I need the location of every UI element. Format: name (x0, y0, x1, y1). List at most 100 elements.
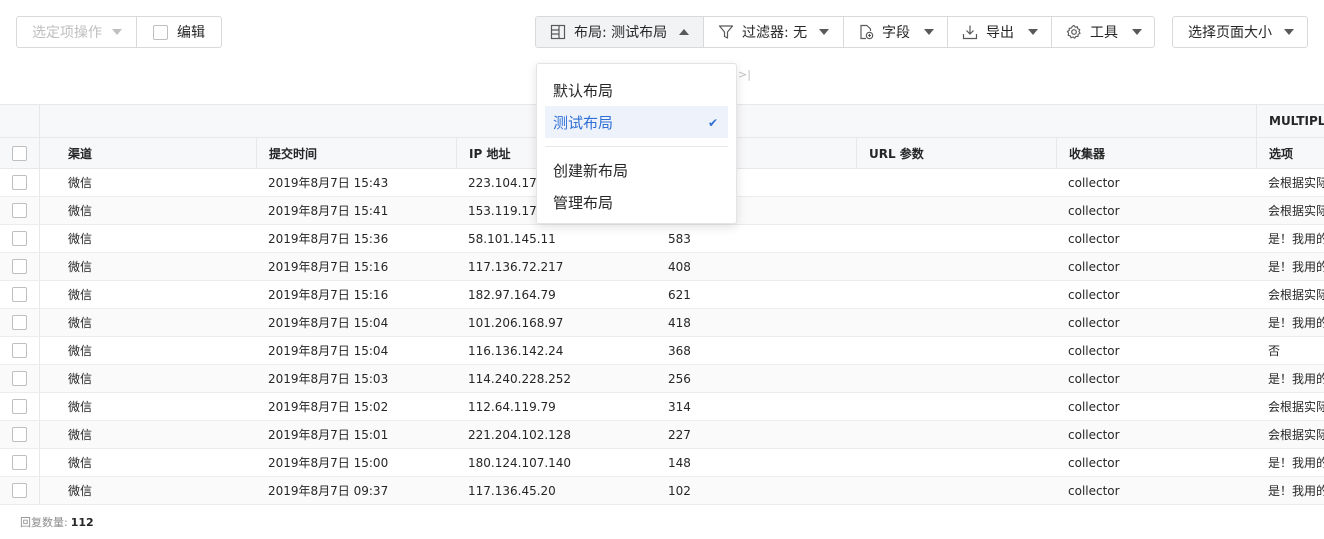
filter-label: 过滤器: 无 (742, 25, 808, 41)
layout-dropdown[interactable]: 布局: 测试布局 (536, 17, 704, 47)
row-checkbox[interactable] (12, 287, 27, 302)
table-cell: 2019年8月7日 15:02 (268, 400, 389, 414)
export-label: 导出 (986, 25, 1014, 41)
tools-dropdown[interactable]: 工具 (1052, 17, 1154, 47)
table-cell: 微信 (68, 456, 93, 470)
table-cell: 314 (668, 399, 691, 414)
table-cell (856, 253, 1056, 280)
fields-label: 字段 (882, 25, 910, 41)
table-row[interactable]: 微信 2019年8月7日 15:00 180.124.107.140 148 colle… (0, 449, 1324, 477)
row-checkbox[interactable] (12, 455, 27, 470)
export-dropdown[interactable]: 导出 (948, 17, 1052, 47)
table-cell (856, 477, 1056, 504)
manage-layouts-item[interactable]: 管理布局 (537, 186, 736, 218)
table-cell: 微信 (68, 400, 93, 414)
table-cell: 微信 (68, 260, 93, 274)
filter-icon (718, 24, 734, 40)
table-cell: 2019年8月7日 15:01 (268, 428, 389, 442)
table-row[interactable]: 微信 2019年8月7日 15:02 112.64.119.79 314 collect… (0, 393, 1324, 421)
table-cell: 418 (668, 315, 691, 330)
row-checkbox[interactable] (12, 371, 27, 386)
table-cell: collector (1068, 483, 1120, 498)
table-cell: 会根据实际 (1268, 176, 1324, 190)
table-cell: 227 (668, 427, 691, 442)
table-row[interactable]: 微信 2019年8月7日 15:04 101.206.168.97 418 collec… (0, 309, 1324, 337)
chevron-down-icon (1028, 29, 1038, 35)
menu-divider (545, 146, 728, 147)
chevron-down-icon (112, 29, 122, 35)
table-cell: 是！我用的 (1268, 372, 1324, 386)
table-cell: 101.206.168.97 (468, 315, 564, 330)
row-checkbox[interactable] (12, 343, 27, 358)
table-cell: 2019年8月7日 15:04 (268, 316, 389, 330)
table-row[interactable]: 微信 2019年8月7日 15:36 58.101.145.11 583 collect… (0, 225, 1324, 253)
table-cell: 2019年8月7日 15:36 (268, 232, 389, 246)
filter-dropdown[interactable]: 过滤器: 无 (704, 17, 844, 47)
layout-option-default[interactable]: 默认布局 (537, 74, 736, 106)
row-checkbox[interactable] (12, 231, 27, 246)
row-checkbox[interactable] (12, 315, 27, 330)
column-header[interactable]: 渠道 (56, 138, 256, 168)
table-cell: 会根据实际 (1268, 204, 1324, 218)
table-cell: 会根据实际 (1268, 288, 1324, 302)
column-header[interactable]: 提交时间 (256, 138, 456, 168)
table-cell (856, 421, 1056, 448)
table-cell: collector (1068, 427, 1120, 442)
table-cell: collector (1068, 259, 1120, 274)
table-cell: 微信 (68, 428, 93, 442)
table-row[interactable]: 微信 2019年8月7日 15:01 221.204.102.128 227 colle… (0, 421, 1324, 449)
table-cell: 116.136.142.24 (468, 343, 564, 358)
table-cell: 2019年8月7日 15:16 (268, 260, 389, 274)
table-cell (856, 449, 1056, 476)
table-cell: 2019年8月7日 15:43 (268, 176, 389, 190)
table-cell: 182.97.164.79 (468, 287, 556, 302)
table-cell: collector (1068, 399, 1120, 414)
column-header[interactable]: URL 参数 (856, 138, 1056, 168)
table-cell: 2019年8月7日 15:03 (268, 372, 389, 386)
add-field-icon (858, 24, 874, 40)
table-cell (856, 365, 1056, 392)
table-cell: 会根据实际 (1268, 428, 1324, 442)
column-group-label: MULTIPLE (1256, 105, 1324, 138)
table-row[interactable]: 微信 2019年8月7日 09:37 117.136.45.20 102 collect… (0, 477, 1324, 505)
row-checkbox[interactable] (12, 399, 27, 414)
bulk-action-dropdown[interactable]: 选定项操作 (16, 16, 137, 48)
table-cell: 148 (668, 455, 691, 470)
table-cell: collector (1068, 455, 1120, 470)
fields-dropdown[interactable]: 字段 (844, 17, 948, 47)
row-checkbox[interactable] (12, 259, 27, 274)
table-cell: 是！我用的 (1268, 484, 1324, 498)
table-cell: 微信 (68, 316, 93, 330)
layout-option-label: 测试布局 (553, 113, 614, 132)
table-cell: 是！我用的 (1268, 232, 1324, 246)
table-cell (856, 169, 1056, 196)
table-cell: 114.240.228.252 (468, 371, 572, 386)
layout-option-test[interactable]: 测试布局 ✔ (545, 106, 728, 138)
chevron-down-icon (819, 29, 830, 35)
column-header[interactable]: 选项 (1256, 138, 1324, 168)
row-checkbox[interactable] (12, 427, 27, 442)
table-row[interactable]: 微信 2019年8月7日 15:04 116.136.142.24 368 collec… (0, 337, 1324, 365)
row-checkbox[interactable] (12, 483, 27, 498)
table-row[interactable]: 微信 2019年8月7日 15:16 182.97.164.79 621 collect… (0, 281, 1324, 309)
column-header[interactable]: 收集器 (1056, 138, 1256, 168)
table-row[interactable]: 微信 2019年8月7日 15:16 117.136.72.217 408 collec… (0, 253, 1324, 281)
page-size-dropdown[interactable]: 选择页面大小 (1172, 16, 1308, 48)
response-count-label: 回复数量: (20, 516, 68, 529)
table-row[interactable]: 微信 2019年8月7日 15:03 114.240.228.252 256 colle… (0, 365, 1324, 393)
tools-label: 工具 (1090, 25, 1118, 41)
edit-button[interactable]: 编辑 (137, 16, 222, 48)
table-cell: collector (1068, 231, 1120, 246)
row-checkbox[interactable] (12, 175, 27, 190)
view-toolbar: 布局: 测试布局 过滤器: 无 字段 导出 工具 (535, 16, 1155, 48)
download-icon (962, 24, 978, 40)
table-cell: collector (1068, 371, 1120, 386)
create-layout-item[interactable]: 创建新布局 (537, 154, 736, 186)
table-cell (856, 337, 1056, 364)
pagination-last-button[interactable]: >| (738, 68, 751, 81)
table-cell (856, 225, 1056, 252)
row-checkbox[interactable] (12, 203, 27, 218)
table-cell: 117.136.72.217 (468, 259, 564, 274)
chevron-down-icon (1132, 29, 1142, 35)
select-all-checkbox[interactable] (12, 145, 27, 161)
